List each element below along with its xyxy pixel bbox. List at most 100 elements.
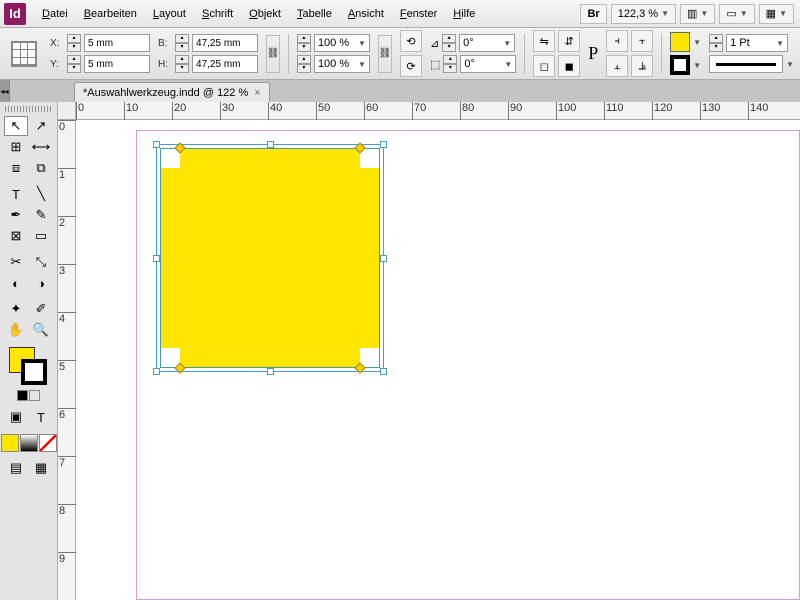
handle-r[interactable] bbox=[380, 255, 387, 262]
select-content-button[interactable]: ◼ bbox=[558, 55, 580, 77]
arrange-button[interactable]: ▦ ▼ bbox=[759, 4, 794, 24]
eyedropper-tool[interactable]: ✐ bbox=[29, 299, 53, 319]
menu-schrift[interactable]: Schrift bbox=[194, 4, 241, 24]
zoom-tool[interactable]: 🔍 bbox=[29, 320, 53, 340]
apply-color-button[interactable] bbox=[1, 434, 19, 452]
align-2[interactable]: ⫟ bbox=[631, 30, 653, 52]
w-label: B: bbox=[158, 38, 172, 49]
menu-datei[interactable]: Datei bbox=[34, 4, 76, 24]
content-placer-tool[interactable]: ⧉ bbox=[29, 158, 53, 178]
normal-view-button[interactable]: ▤ bbox=[4, 458, 28, 478]
stroke-swatch[interactable] bbox=[670, 55, 690, 75]
handle-tr[interactable] bbox=[380, 141, 387, 148]
y-spinner[interactable]: ▴▾ bbox=[67, 55, 81, 73]
selection-tool[interactable]: ↖ bbox=[4, 116, 28, 136]
gap-tool[interactable]: ⟷ bbox=[29, 137, 53, 157]
stroke-color-box[interactable] bbox=[21, 359, 47, 385]
document-canvas[interactable]: 0102030405060708090100110120130140 01234… bbox=[58, 102, 800, 600]
handle-bl[interactable] bbox=[153, 368, 160, 375]
bridge-button[interactable]: Br bbox=[580, 4, 606, 24]
content-collector-tool[interactable]: ⧈ bbox=[4, 158, 28, 178]
pencil-tool[interactable]: ✎ bbox=[29, 205, 53, 225]
flip-v-button[interactable]: ⇵ bbox=[558, 30, 580, 52]
note-tool[interactable]: ✦ bbox=[4, 299, 28, 319]
align-1[interactable]: ⫞ bbox=[606, 30, 628, 52]
w-spinner[interactable]: ▴▾ bbox=[175, 34, 189, 52]
page-tool[interactable]: ⊞ bbox=[4, 137, 28, 157]
rotate-input[interactable]: 0°▼ bbox=[459, 34, 515, 52]
scissors-tool[interactable]: ✂ bbox=[4, 252, 28, 272]
stroke-style-select[interactable] bbox=[709, 55, 783, 73]
scalex-spinner[interactable]: ▴▾ bbox=[297, 34, 311, 52]
handle-l[interactable] bbox=[153, 255, 160, 262]
screen-mode-button[interactable]: ▭ ▼ bbox=[719, 4, 754, 24]
document-tab[interactable]: *Auswahlwerkzeug.indd @ 122 % × bbox=[74, 82, 270, 102]
free-transform-tool[interactable]: ⤡ bbox=[29, 252, 53, 272]
menu-objekt[interactable]: Objekt bbox=[241, 4, 289, 24]
pen-tool[interactable]: ✒ bbox=[4, 205, 28, 225]
default-fs-icon[interactable] bbox=[17, 390, 28, 401]
ruler-origin[interactable] bbox=[58, 102, 76, 120]
handle-tl[interactable] bbox=[153, 141, 160, 148]
scale-x-input[interactable]: 100 %▼ bbox=[314, 34, 370, 52]
handle-t[interactable] bbox=[267, 141, 274, 148]
y-input[interactable] bbox=[85, 59, 149, 70]
stroke-weight-input[interactable]: 1 Pt▼ bbox=[726, 34, 788, 52]
gradient-swatch-tool[interactable]: ◐ bbox=[4, 273, 28, 293]
reference-point[interactable] bbox=[11, 41, 37, 67]
type-tool[interactable]: T bbox=[4, 184, 28, 204]
control-panel: X:▴▾ Y:▴▾ B:▴▾ H:▴▾ ⛓ ▴▾100 %▼ ▴▾100 %▼ … bbox=[0, 28, 800, 80]
panel-toggle[interactable]: ◂◂ bbox=[0, 80, 10, 102]
scaley-spinner[interactable]: ▴▾ bbox=[297, 55, 311, 73]
rectangle-frame-tool[interactable]: ⊠ bbox=[4, 226, 28, 246]
formatting-container-button[interactable]: ▣ bbox=[4, 407, 28, 427]
menu-fenster[interactable]: Fenster bbox=[392, 4, 445, 24]
h-input[interactable] bbox=[193, 59, 257, 70]
align-4[interactable]: ⫡ bbox=[631, 55, 653, 77]
x-input[interactable] bbox=[85, 38, 149, 49]
flip-h-button[interactable]: ⇋ bbox=[533, 30, 555, 52]
x-spinner[interactable]: ▴▾ bbox=[67, 34, 81, 52]
formatting-text-button[interactable]: T bbox=[29, 407, 53, 427]
rectangle-tool[interactable]: ▭ bbox=[29, 226, 53, 246]
hand-tool[interactable]: ✋ bbox=[4, 320, 28, 340]
scale-y-input[interactable]: 100 %▼ bbox=[314, 55, 370, 73]
tab-close-icon[interactable]: × bbox=[254, 87, 260, 99]
link-scale-icon[interactable]: ⛓ bbox=[378, 35, 392, 73]
menu-tabelle[interactable]: Tabelle bbox=[289, 4, 340, 24]
menu-bearbeiten[interactable]: Bearbeiten bbox=[76, 4, 145, 24]
strokew-spinner[interactable]: ▴▾ bbox=[709, 34, 723, 52]
link-wh-icon[interactable]: ⛓ bbox=[266, 35, 280, 73]
menu-hilfe[interactable]: Hilfe bbox=[445, 4, 483, 24]
shear-spinner[interactable]: ▴▾ bbox=[443, 55, 457, 73]
x-label: X: bbox=[50, 38, 64, 49]
menu-layout[interactable]: Layout bbox=[145, 4, 194, 24]
align-3[interactable]: ⫠ bbox=[606, 55, 628, 77]
gradient-feather-tool[interactable]: ◑ bbox=[29, 273, 53, 293]
preview-button[interactable]: ▦ bbox=[29, 458, 53, 478]
rotate-cw-button[interactable]: ⟳ bbox=[400, 55, 422, 77]
vertical-ruler[interactable]: 0123456789 bbox=[58, 120, 76, 600]
menu-ansicht[interactable]: Ansicht bbox=[340, 4, 392, 24]
panel-grip[interactable] bbox=[5, 106, 53, 112]
view-mode-button[interactable]: ▥ ▼ bbox=[680, 4, 715, 24]
line-tool[interactable]: ╲ bbox=[29, 184, 53, 204]
zoom-level-select[interactable]: 122,3 %▼ bbox=[611, 4, 676, 24]
selected-object[interactable] bbox=[160, 148, 380, 368]
handle-br[interactable] bbox=[380, 368, 387, 375]
fill-stroke-widget[interactable] bbox=[9, 347, 49, 387]
apply-none-button[interactable] bbox=[39, 434, 57, 452]
select-container-button[interactable]: ◻ bbox=[533, 55, 555, 77]
h-spinner[interactable]: ▴▾ bbox=[175, 55, 189, 73]
handle-b[interactable] bbox=[267, 368, 274, 375]
rot-spinner[interactable]: ▴▾ bbox=[442, 34, 456, 52]
apply-gradient-button[interactable] bbox=[20, 434, 38, 452]
swap-fs-icon[interactable] bbox=[29, 390, 40, 401]
fill-swatch[interactable] bbox=[670, 32, 690, 52]
w-input[interactable] bbox=[193, 38, 257, 49]
menu-bar: Id Datei Bearbeiten Layout Schrift Objek… bbox=[0, 0, 800, 28]
horizontal-ruler[interactable]: 0102030405060708090100110120130140 bbox=[76, 102, 800, 120]
rotate-ccw-button[interactable]: ⟲ bbox=[400, 30, 422, 52]
shear-input[interactable]: 0°▼ bbox=[460, 55, 516, 73]
direct-selection-tool[interactable]: ↗ bbox=[29, 116, 53, 136]
